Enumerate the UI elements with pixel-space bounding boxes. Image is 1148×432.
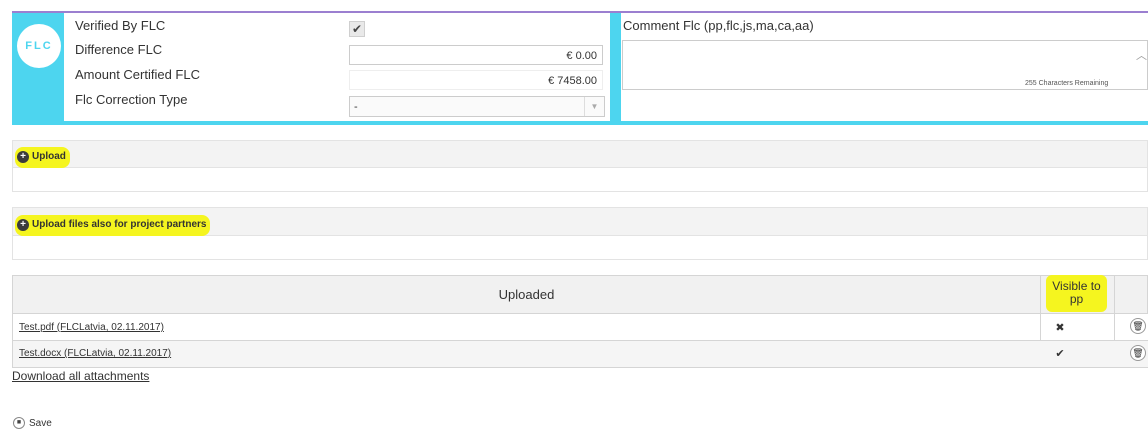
floppy-disk-icon: ■ [13, 417, 25, 429]
correction-type-select[interactable]: - ▼ [349, 96, 605, 117]
save-label: Save [29, 417, 52, 429]
upload-partners-toggle[interactable]: + Upload files also for project partners [15, 215, 211, 236]
flc-logo: FLC [17, 24, 61, 68]
visibility-mark: ✖ [1055, 322, 1065, 334]
upload-header[interactable]: + Upload [12, 140, 1148, 168]
upload-partners-body [12, 236, 1148, 260]
comment-label: Comment Flc (pp,flc,js,ma,ca,aa) [623, 18, 814, 33]
upload-title: Upload [32, 151, 66, 163]
plus-circle-icon: + [17, 218, 29, 231]
amount-certified-label: Amount Certified FLC [75, 67, 200, 82]
upload-partners-header[interactable]: + Upload files also for project partners [12, 207, 1148, 236]
amount-certified-field: € 7458.00 [349, 70, 603, 90]
header-uploaded: Uploaded [498, 287, 555, 302]
visibility-mark: ✔ [1055, 348, 1065, 360]
difference-label: Difference FLC [75, 42, 163, 57]
header-visible-to-pp: Visible to pp [1046, 275, 1107, 312]
difference-field[interactable]: € 0.00 [349, 45, 603, 65]
correction-type-label: Flc Correction Type [75, 92, 188, 107]
header-visible-line2: pp [1069, 292, 1084, 306]
plus-circle-icon: + [17, 150, 29, 163]
upload-partners-title: Upload files also for project partners [32, 219, 207, 231]
trash-icon[interactable]: 🗑 [1130, 318, 1146, 334]
flc-logo-text: FLC [25, 40, 53, 52]
save-button[interactable]: ■ Save [13, 417, 52, 429]
file-link[interactable]: Test.pdf (FLCLatvia, 02.11.2017) [19, 322, 164, 333]
trash-icon[interactable]: 🗑 [1130, 345, 1146, 361]
upload-body [12, 168, 1148, 192]
verified-label: Verified By FLC [75, 18, 166, 33]
flc-bottom-bar [12, 121, 1148, 125]
table-row [12, 341, 1148, 368]
chars-remaining: 255 Characters Remaining [1025, 80, 1109, 87]
chevron-down-icon: ▼ [584, 97, 604, 116]
file-link[interactable]: Test.docx (FLCLatvia, 02.11.2017) [19, 348, 171, 359]
download-all-link[interactable]: Download all attachments [12, 369, 149, 383]
flc-divider [610, 13, 621, 124]
table-row [12, 314, 1148, 341]
verified-checkbox[interactable]: ✔ [349, 21, 365, 37]
correction-type-value: - [354, 101, 358, 113]
scroll-up-icon[interactable]: ︿ [1136, 47, 1147, 63]
upload-toggle[interactable]: + Upload [15, 147, 70, 168]
